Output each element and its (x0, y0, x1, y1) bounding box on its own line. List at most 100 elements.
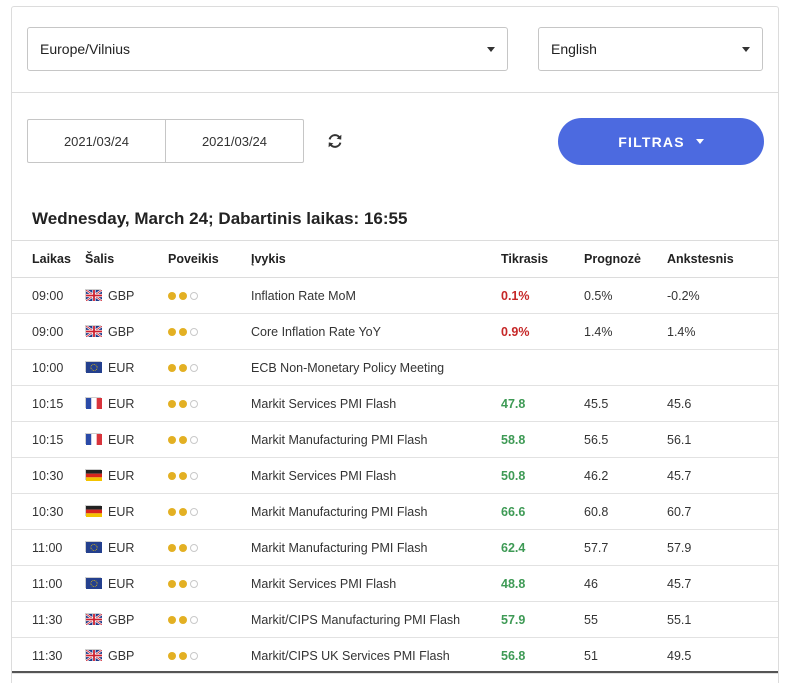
impact-dot (190, 652, 198, 661)
impact-dots-icon (168, 544, 198, 553)
event-forecast: 56.5 (584, 421, 667, 458)
column-header-previous[interactable]: Ankstesnis (667, 240, 778, 278)
table-header-row: Laikas Šalis Poveikis Įvykis Tikrasis Pr… (12, 240, 778, 278)
fr-flag-icon (85, 396, 102, 409)
column-header-country[interactable]: Šalis (85, 240, 168, 278)
impact-dot (168, 580, 176, 589)
event-impact (168, 601, 251, 638)
filter-button[interactable]: FILTRAS (558, 118, 764, 165)
event-currency: EUR (108, 432, 135, 447)
column-header-forecast[interactable]: Prognozė (584, 240, 667, 278)
event-country: GBP (85, 277, 168, 314)
impact-dot (190, 472, 198, 481)
impact-dot (179, 364, 187, 373)
event-time: 10:00 (12, 349, 85, 386)
table-row[interactable]: 10:30 EUR Markit Services PMI Flash 50.8 46.… (12, 457, 778, 494)
settings-bar: Europe/Vilnius English (12, 7, 778, 93)
table-row[interactable]: 11:00 EUR Markit Manufacturing PMI Flash 62… (12, 529, 778, 566)
eu-flag-icon (85, 360, 102, 373)
event-previous: 1.4% (667, 313, 778, 350)
impact-dot (168, 544, 176, 553)
refresh-icon[interactable] (326, 132, 344, 150)
table-row[interactable]: 10:00 EUR ECB Non-Monetary Policy Meeting (12, 349, 778, 386)
language-select[interactable]: English (538, 27, 763, 71)
event-impact (168, 421, 251, 458)
table-row[interactable]: 11:00 EUR Markit Services PMI Flash 48.8 46 4… (12, 565, 778, 602)
impact-dot (179, 616, 187, 625)
uk-flag-icon (85, 648, 103, 662)
eu-flag-icon (85, 540, 102, 553)
impact-dot (190, 400, 198, 409)
table-row[interactable]: 09:00 GBP Core Inflation Rate YoY 0.9% 1.4% 1… (12, 313, 778, 350)
event-name: Core Inflation Rate YoY (251, 313, 501, 350)
impact-dot (168, 328, 176, 337)
impact-dot (179, 652, 187, 661)
event-previous: 45.7 (667, 457, 778, 494)
event-forecast: 45.5 (584, 385, 667, 422)
event-forecast: 60.8 (584, 493, 667, 530)
fr-flag-icon (85, 432, 102, 445)
event-country: EUR (85, 493, 168, 530)
impact-dot (179, 436, 187, 445)
calendar-card: Europe/Vilnius English 2021/03/24 2021/0… (11, 6, 779, 683)
uk-flag-icon (85, 288, 103, 302)
table-row[interactable]: 11:30 GBP Markit/CIPS UK Services PMI Flas… (12, 637, 778, 674)
event-previous: 57.9 (667, 529, 778, 566)
table-row[interactable]: 11:30 GBP Markit/CIPS Manufacturing PMI Fl… (12, 601, 778, 638)
event-impact (168, 385, 251, 422)
impact-dot (179, 580, 187, 589)
event-name: Inflation Rate MoM (251, 277, 501, 314)
impact-dot (168, 508, 176, 517)
event-forecast: 57.7 (584, 529, 667, 566)
column-header-time[interactable]: Laikas (12, 240, 85, 278)
impact-dot (168, 292, 176, 301)
impact-dots-icon (168, 364, 198, 373)
event-name: Markit Manufacturing PMI Flash (251, 421, 501, 458)
eu-flag-icon (85, 576, 102, 589)
event-actual: 0.9% (501, 313, 584, 350)
uk-flag-icon (85, 324, 103, 338)
table-row[interactable]: 10:15 EUR Markit Services PMI Flash 47.8 45.… (12, 385, 778, 422)
column-header-impact[interactable]: Poveikis (168, 240, 251, 278)
event-impact (168, 313, 251, 350)
impact-dot (168, 652, 176, 661)
impact-dots-icon (168, 328, 198, 337)
table-row[interactable]: 10:15 EUR Markit Manufacturing PMI Flash 58… (12, 421, 778, 458)
table-bottom-divider (12, 671, 778, 673)
event-impact (168, 637, 251, 674)
event-currency: EUR (108, 360, 135, 375)
event-country: GBP (85, 601, 168, 638)
impact-dots-icon (168, 400, 198, 409)
impact-dots-icon (168, 652, 198, 661)
event-name: Markit Services PMI Flash (251, 385, 501, 422)
impact-dot (190, 364, 198, 373)
column-header-event[interactable]: Įvykis (251, 240, 501, 278)
caret-down-icon (695, 139, 704, 144)
event-name: Markit/CIPS Manufacturing PMI Flash (251, 601, 501, 638)
impact-dots-icon (168, 436, 198, 445)
event-forecast: 51 (584, 637, 667, 674)
column-header-actual[interactable]: Tikrasis (501, 240, 584, 278)
event-currency: EUR (108, 468, 135, 483)
de-flag-icon (85, 468, 102, 481)
event-country: EUR (85, 421, 168, 458)
table-row[interactable]: 10:30 EUR Markit Manufacturing PMI Flash 66… (12, 493, 778, 530)
date-to-field[interactable]: 2021/03/24 (165, 120, 303, 162)
event-time: 11:00 (12, 529, 85, 566)
event-impact (168, 349, 251, 386)
impact-dot (190, 508, 198, 517)
timezone-select[interactable]: Europe/Vilnius (27, 27, 508, 71)
event-name: Markit/CIPS UK Services PMI Flash (251, 637, 501, 674)
event-name: Markit Services PMI Flash (251, 457, 501, 494)
impact-dot (168, 436, 176, 445)
event-forecast: 46.2 (584, 457, 667, 494)
event-previous: 56.1 (667, 421, 778, 458)
event-actual: 58.8 (501, 421, 584, 458)
event-forecast (584, 349, 667, 386)
event-actual: 62.4 (501, 529, 584, 566)
event-previous: 49.5 (667, 637, 778, 674)
table-row[interactable]: 09:00 GBP Inflation Rate MoM 0.1% 0.5% -0.2% (12, 277, 778, 314)
date-from-field[interactable]: 2021/03/24 (28, 120, 165, 162)
event-previous: 55.1 (667, 601, 778, 638)
chevron-down-icon (487, 47, 495, 52)
